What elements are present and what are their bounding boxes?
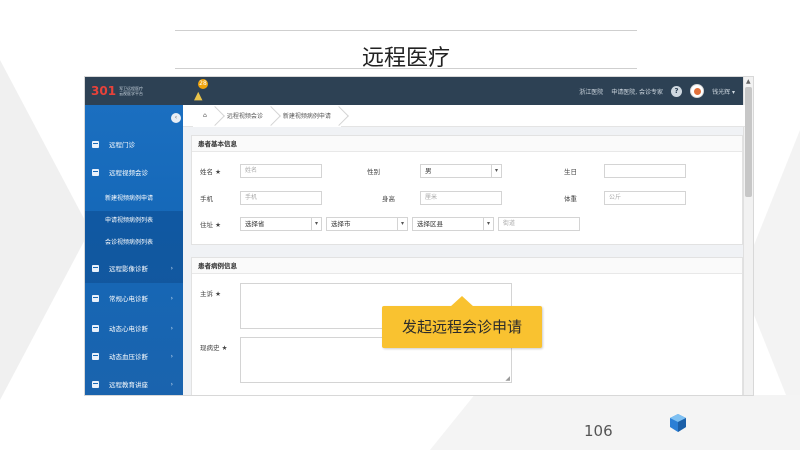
menu-icon xyxy=(92,294,99,302)
weight-label: 体重 xyxy=(564,195,577,203)
city-select[interactable]: 选择市 ▾ xyxy=(326,217,408,231)
menu-icon xyxy=(92,380,99,388)
main-content: ⌂ 远程视频会诊 新建视频病例申请 患者基本信息 姓名 ★ 姓名 性别 男 ▾ 生… xyxy=(183,104,745,395)
top-navbar: 301 军卫远程医疗 云视医学平台 28 ▲ 浙江医院 申请医院, 会诊专家 ?… xyxy=(85,77,753,105)
user-name[interactable]: 钱光辉 ▾ xyxy=(712,87,735,96)
sidebar-item-education[interactable]: 远程教育讲座 › xyxy=(85,371,183,395)
history-label: 现病史 ★ xyxy=(200,344,228,352)
address-label: 住址 ★ xyxy=(200,221,221,229)
brand-number: 301 xyxy=(91,84,117,98)
name-label: 姓名 ★ xyxy=(200,168,221,176)
scrollbar-thumb[interactable] xyxy=(745,87,752,197)
callout-text: 发起远程会诊申请 xyxy=(401,318,522,336)
district-select[interactable]: 选择区县 ▾ xyxy=(412,217,494,231)
brand-logo[interactable]: 301 军卫远程医疗 云视医学平台 xyxy=(91,82,143,100)
patient-basic-info-panel: 患者基本信息 姓名 ★ 姓名 性别 男 ▾ 生日 手机 手机 身高 厘米 体重 公… xyxy=(191,135,743,245)
chevron-down-icon: ▾ xyxy=(311,218,321,230)
height-field[interactable]: 厘米 xyxy=(420,191,502,205)
gender-select[interactable]: 男 ▾ xyxy=(420,164,502,178)
chevron-right-icon: › xyxy=(170,324,173,332)
notification-badge: 28 xyxy=(198,79,208,89)
sidebar-item-ecg[interactable]: 常规心电诊断 › xyxy=(85,285,183,311)
weight-field[interactable]: 公斤 xyxy=(604,191,686,205)
chevron-down-icon: ▾ xyxy=(483,218,493,230)
street-field[interactable]: 街道 xyxy=(498,217,580,231)
app-window: 301 军卫远程医疗 云视医学平台 28 ▲ 浙江医院 申请医院, 会诊专家 ?… xyxy=(84,76,754,396)
chevron-right-icon: › xyxy=(170,264,173,272)
menu-icon xyxy=(92,168,99,176)
breadcrumb: ⌂ 远程视频会诊 新建视频病例申请 xyxy=(183,104,745,127)
birthday-label: 生日 xyxy=(564,168,577,176)
bell-icon: ▲ xyxy=(194,89,203,102)
chevron-down-icon: ▾ xyxy=(491,165,501,177)
sidebar-sub-new-request[interactable]: 新建视频病例申请 xyxy=(105,193,153,202)
panel-title: 患者基本信息 xyxy=(192,136,742,152)
chevron-right-icon: › xyxy=(170,380,173,388)
chevron-right-icon: › xyxy=(170,294,173,302)
sidebar-item-remote-clinic[interactable]: 远程门诊 xyxy=(85,131,183,157)
sidebar-sub-consult-list[interactable]: 会诊视频病例列表 xyxy=(105,237,153,246)
province-select[interactable]: 选择省 ▾ xyxy=(240,217,322,231)
complaint-label: 主诉 ★ xyxy=(200,290,221,298)
gender-label: 性别 xyxy=(367,168,380,176)
sidebar-sub-request-list[interactable]: 申请视频病例列表 xyxy=(105,215,153,224)
sidebar-item-holter[interactable]: 动态心电诊断 › xyxy=(85,315,183,341)
sidebar-item-video-consult[interactable]: 远程视频会诊 xyxy=(85,159,183,185)
nav-hospital-link[interactable]: 浙江医院 xyxy=(579,87,603,96)
sidebar-item-imaging[interactable]: 远程影像诊断 › xyxy=(85,255,183,281)
menu-icon xyxy=(92,264,99,272)
home-icon: ⌂ xyxy=(203,112,207,119)
page-number: 106 xyxy=(584,422,613,440)
menu-icon xyxy=(92,352,99,360)
menu-icon xyxy=(92,140,99,148)
sidebar-item-abpm[interactable]: 动态血压诊断 › xyxy=(85,343,183,369)
panel-title: 患者病例信息 xyxy=(192,258,742,274)
phone-label: 手机 xyxy=(200,195,213,203)
brand-text: 军卫远程医疗 云视医学平台 xyxy=(119,86,144,96)
scroll-up-icon[interactable]: ▲ xyxy=(746,78,751,85)
top-nav-right: 浙江医院 申请医院, 会诊专家 ? 钱光辉 ▾ xyxy=(579,84,735,98)
sidebar: ‹ 远程门诊 远程视频会诊 新建视频病例申请 申请视频病例列表 会诊视频病例列表… xyxy=(85,105,183,395)
breadcrumb-home[interactable]: ⌂ xyxy=(193,104,217,127)
title-rule-bottom xyxy=(175,68,637,69)
corner-logo-icon xyxy=(670,414,686,432)
chevron-down-icon: ▾ xyxy=(397,218,407,230)
chevron-right-icon: › xyxy=(170,352,173,360)
sidebar-collapse-button[interactable]: ‹ xyxy=(171,113,181,123)
phone-field[interactable]: 手机 xyxy=(240,191,322,205)
notification-bell[interactable]: 28 ▲ xyxy=(193,79,211,103)
name-field[interactable]: 姓名 xyxy=(240,164,322,178)
title-rule-top xyxy=(175,30,637,31)
nav-role-link[interactable]: 申请医院, 会诊专家 xyxy=(611,87,663,96)
birthday-field[interactable] xyxy=(604,164,686,178)
menu-icon xyxy=(92,324,99,332)
help-icon[interactable]: ? xyxy=(671,85,683,97)
breadcrumb-item[interactable]: 新建视频病例申请 xyxy=(272,104,341,127)
slide-decoration-bottom xyxy=(430,395,800,450)
slide-decoration-left xyxy=(0,60,90,400)
height-label: 身高 xyxy=(382,195,395,203)
avatar[interactable] xyxy=(690,84,705,98)
resize-handle-icon[interactable]: ◢ xyxy=(505,375,510,382)
callout-bubble: 发起远程会诊申请 xyxy=(382,296,542,348)
